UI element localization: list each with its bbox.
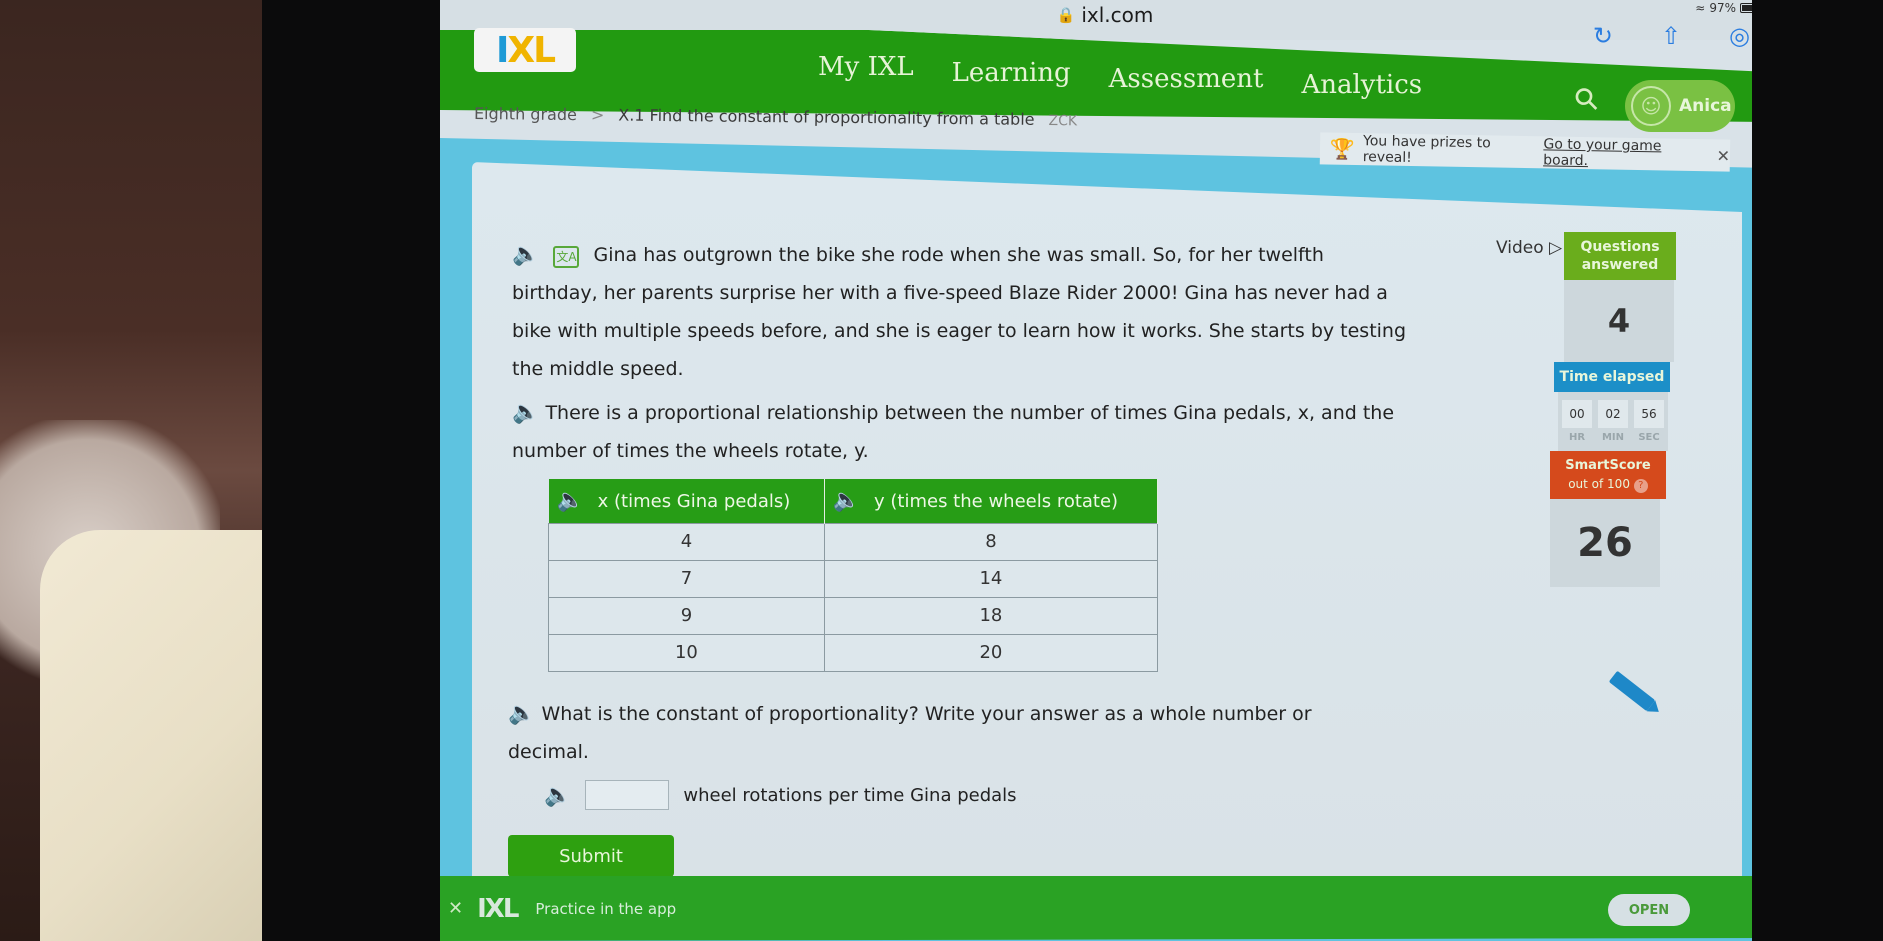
photo-cloth	[40, 530, 270, 941]
game-board-link[interactable]: Go to your game board.	[1543, 136, 1703, 171]
nav-assessment[interactable]: Assessment	[1109, 64, 1264, 94]
relationship-text: There is a proportional relationship bet…	[512, 402, 1395, 462]
ixl-mini-logo: IXL	[477, 893, 519, 924]
breadcrumb-grade[interactable]: Eighth grade	[474, 104, 577, 124]
intro-text: Gina has outgrown the bike she rode when…	[512, 244, 1407, 380]
avatar-icon: ☺	[1631, 86, 1671, 126]
compass-icon[interactable]: ◎	[1729, 22, 1750, 50]
submit-button[interactable]: Submit	[508, 835, 674, 877]
main-nav: My IXL Learning Assessment Analytics	[818, 52, 1422, 100]
close-icon[interactable]: ✕	[448, 898, 463, 919]
lock-icon: 🔒	[1056, 6, 1076, 24]
share-icon[interactable]: ⇧	[1661, 22, 1681, 50]
user-name: Anica	[1679, 96, 1732, 116]
close-icon[interactable]: ✕	[1716, 146, 1730, 165]
prize-text: You have prizes to reveal!	[1362, 133, 1491, 167]
column-header-y: 🔈 y (times the wheels rotate)	[824, 479, 1159, 523]
answer-suffix: wheel rotations per time Gina pedals	[683, 784, 1017, 806]
cell-y: 14	[823, 559, 1159, 598]
column-header-x: 🔈 x (times Gina pedals)	[548, 479, 825, 523]
cell-y: 8	[823, 522, 1159, 561]
tablet-screen: 🔒 ixl.com ≈ 97% ↻ ⇧ ◎ I XL My IXL Learnin…	[440, 0, 1770, 941]
prompt-text: What is the constant of proportionality?…	[508, 703, 1312, 763]
smartscore-label: SmartScore out of 100 ?	[1550, 451, 1666, 499]
question-relationship: 🔈 There is a proportional relationship b…	[512, 394, 1472, 470]
url-text: ixl.com	[1081, 3, 1154, 27]
nav-learning[interactable]: Learning	[952, 58, 1071, 88]
table-header-row: 🔈 x (times Gina pedals) 🔈 y (times the w…	[548, 479, 1159, 523]
smartscore-value: 26	[1550, 499, 1660, 587]
breadcrumb-skill: X.1 Find the constant of proportionality…	[618, 105, 1035, 129]
nav-my-ixl[interactable]: My IXL	[818, 52, 914, 82]
speaker-icon[interactable]: 🔈	[512, 236, 539, 274]
answer-row: 🔈 wheel rotations per time Gina pedals	[544, 780, 1017, 810]
stats-panel: Questions answered 4 Time elapsed 00 02 …	[1550, 232, 1676, 587]
speaker-icon[interactable]: 🔈	[544, 783, 571, 808]
tablet-bezel-right	[1752, 0, 1883, 941]
cell-y: 18	[823, 596, 1159, 635]
cell-x: 9	[548, 596, 825, 635]
breadcrumb-separator: >	[590, 105, 605, 125]
translate-icon[interactable]: 文A	[553, 246, 580, 268]
table-row: 10 20	[548, 633, 1159, 672]
table-row: 4 8	[548, 522, 1159, 561]
timer-min-label: MIN	[1601, 432, 1625, 443]
reload-icon[interactable]: ↻	[1593, 22, 1613, 50]
url-bar[interactable]: 🔒 ixl.com	[440, 0, 1770, 30]
wifi-icon: ≈	[1695, 1, 1706, 15]
timer-hours: 00	[1562, 400, 1592, 428]
cell-x: 10	[548, 633, 825, 672]
data-table: 🔈 x (times Gina pedals) 🔈 y (times the w…	[548, 479, 1159, 672]
app-banner-label: Practice in the app	[535, 899, 677, 918]
user-menu[interactable]: ☺ Anica	[1625, 80, 1735, 132]
speaker-icon[interactable]: 🔈	[508, 695, 535, 733]
nav-analytics[interactable]: Analytics	[1301, 70, 1422, 100]
timer: 00 02 56 HR MIN SEC	[1558, 392, 1668, 451]
time-elapsed-label: Time elapsed	[1554, 362, 1670, 392]
skill-code: ZCK	[1048, 113, 1078, 130]
browser-toolbar: ↻ ⇧ ◎	[1593, 22, 1750, 50]
open-app-button[interactable]: OPEN	[1608, 894, 1690, 926]
help-icon[interactable]: ?	[1633, 479, 1648, 493]
ixl-logo[interactable]: I XL	[474, 28, 576, 72]
cell-x: 4	[548, 522, 825, 561]
speaker-icon[interactable]: 🔈	[512, 394, 539, 432]
speaker-icon[interactable]: 🔈	[833, 488, 860, 513]
questions-answered-label: Questions answered	[1564, 232, 1676, 280]
questions-answered-value: 4	[1564, 280, 1674, 362]
battery-percent: 97%	[1709, 1, 1736, 15]
trophy-icon: 🏆	[1329, 136, 1356, 162]
table-row: 7 14	[548, 559, 1159, 598]
timer-sec-label: SEC	[1638, 432, 1660, 443]
timer-minutes: 02	[1598, 400, 1628, 428]
timer-seconds: 56	[1634, 400, 1664, 428]
cell-x: 7	[548, 559, 825, 598]
question-prompt: 🔈 What is the constant of proportionalit…	[508, 695, 1388, 771]
app-banner: ✕ IXL Practice in the app	[440, 876, 1770, 941]
speaker-icon[interactable]: 🔈	[557, 488, 584, 513]
question-intro: 🔈 文A Gina has outgrown the bike she rode…	[512, 236, 1412, 388]
cell-y: 20	[823, 633, 1159, 672]
answer-input[interactable]	[585, 780, 670, 810]
table-row: 9 18	[548, 596, 1159, 635]
timer-hr-label: HR	[1568, 432, 1586, 443]
